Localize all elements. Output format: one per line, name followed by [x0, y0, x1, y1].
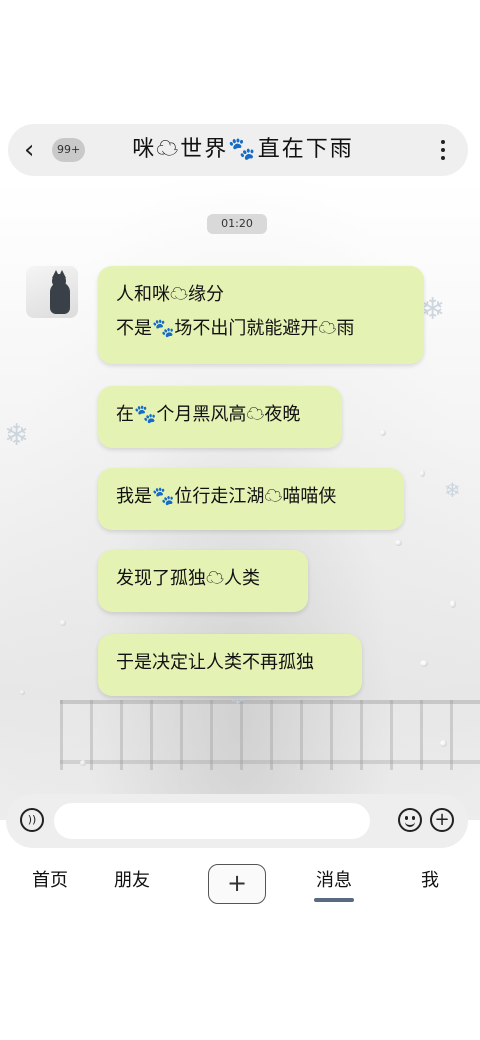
- message-text: 于是决定让人类不再孤独: [116, 652, 314, 673]
- rain-drop: [395, 540, 402, 546]
- rain-drop: [380, 430, 386, 436]
- message-text: 在🐾个月黑风高☁夜晚: [116, 404, 301, 425]
- message-text: 发现了孤独☁人类: [116, 568, 260, 589]
- more-vertical-icon[interactable]: [440, 140, 446, 160]
- rain-drop: [450, 600, 456, 608]
- message-text: 人和咪☁缘分: [116, 284, 224, 305]
- snowflake-icon: ❄: [4, 418, 30, 453]
- message-bubble[interactable]: 人和咪☁缘分 不是🐾场不出门就能避开☁雨: [98, 266, 424, 364]
- message-bubble[interactable]: 于是决定让人类不再孤独: [98, 634, 362, 696]
- rain-drop: [60, 620, 66, 626]
- nav-add-button[interactable]: +: [208, 864, 266, 904]
- nav-active-indicator: [314, 898, 354, 902]
- wallpaper-railing: [60, 700, 480, 770]
- plus-circle-icon[interactable]: +: [430, 808, 454, 832]
- nav-friends[interactable]: 朋友: [110, 866, 154, 896]
- message-bubble[interactable]: 发现了孤独☁人类: [98, 550, 308, 612]
- chat-title: 咪☁世界🐾直在下雨: [132, 137, 354, 162]
- nav-me[interactable]: 我: [418, 866, 442, 896]
- avatar[interactable]: [26, 266, 78, 318]
- nav-messages[interactable]: 消息: [314, 866, 354, 896]
- voice-icon[interactable]: )): [20, 808, 44, 832]
- message-input[interactable]: [54, 803, 370, 839]
- message-bubble[interactable]: 我是🐾位行走江湖☁喵喵侠: [98, 468, 404, 530]
- rain-drop: [20, 690, 25, 695]
- chat-header: ‹ 99+ 咪☁世界🐾直在下雨: [8, 124, 468, 176]
- message-text: 我是🐾位行走江湖☁喵喵侠: [116, 486, 337, 507]
- nav-home[interactable]: 首页: [30, 866, 70, 896]
- rain-drop: [440, 740, 447, 747]
- rain-drop: [80, 760, 86, 766]
- message-text: 不是🐾场不出门就能避开☁雨: [116, 318, 355, 339]
- rain-drop: [420, 660, 428, 667]
- emoji-icon[interactable]: [398, 808, 422, 832]
- chevron-left-icon[interactable]: ‹: [24, 136, 44, 164]
- snowflake-icon: ❄: [444, 478, 461, 502]
- message-bubble[interactable]: 在🐾个月黑风高☁夜晚: [98, 386, 342, 448]
- rain-drop: [420, 470, 425, 477]
- message-timestamp: 01:20: [207, 214, 267, 234]
- unread-badge: 99+: [52, 138, 86, 162]
- message-input-bar: )) +: [6, 794, 468, 848]
